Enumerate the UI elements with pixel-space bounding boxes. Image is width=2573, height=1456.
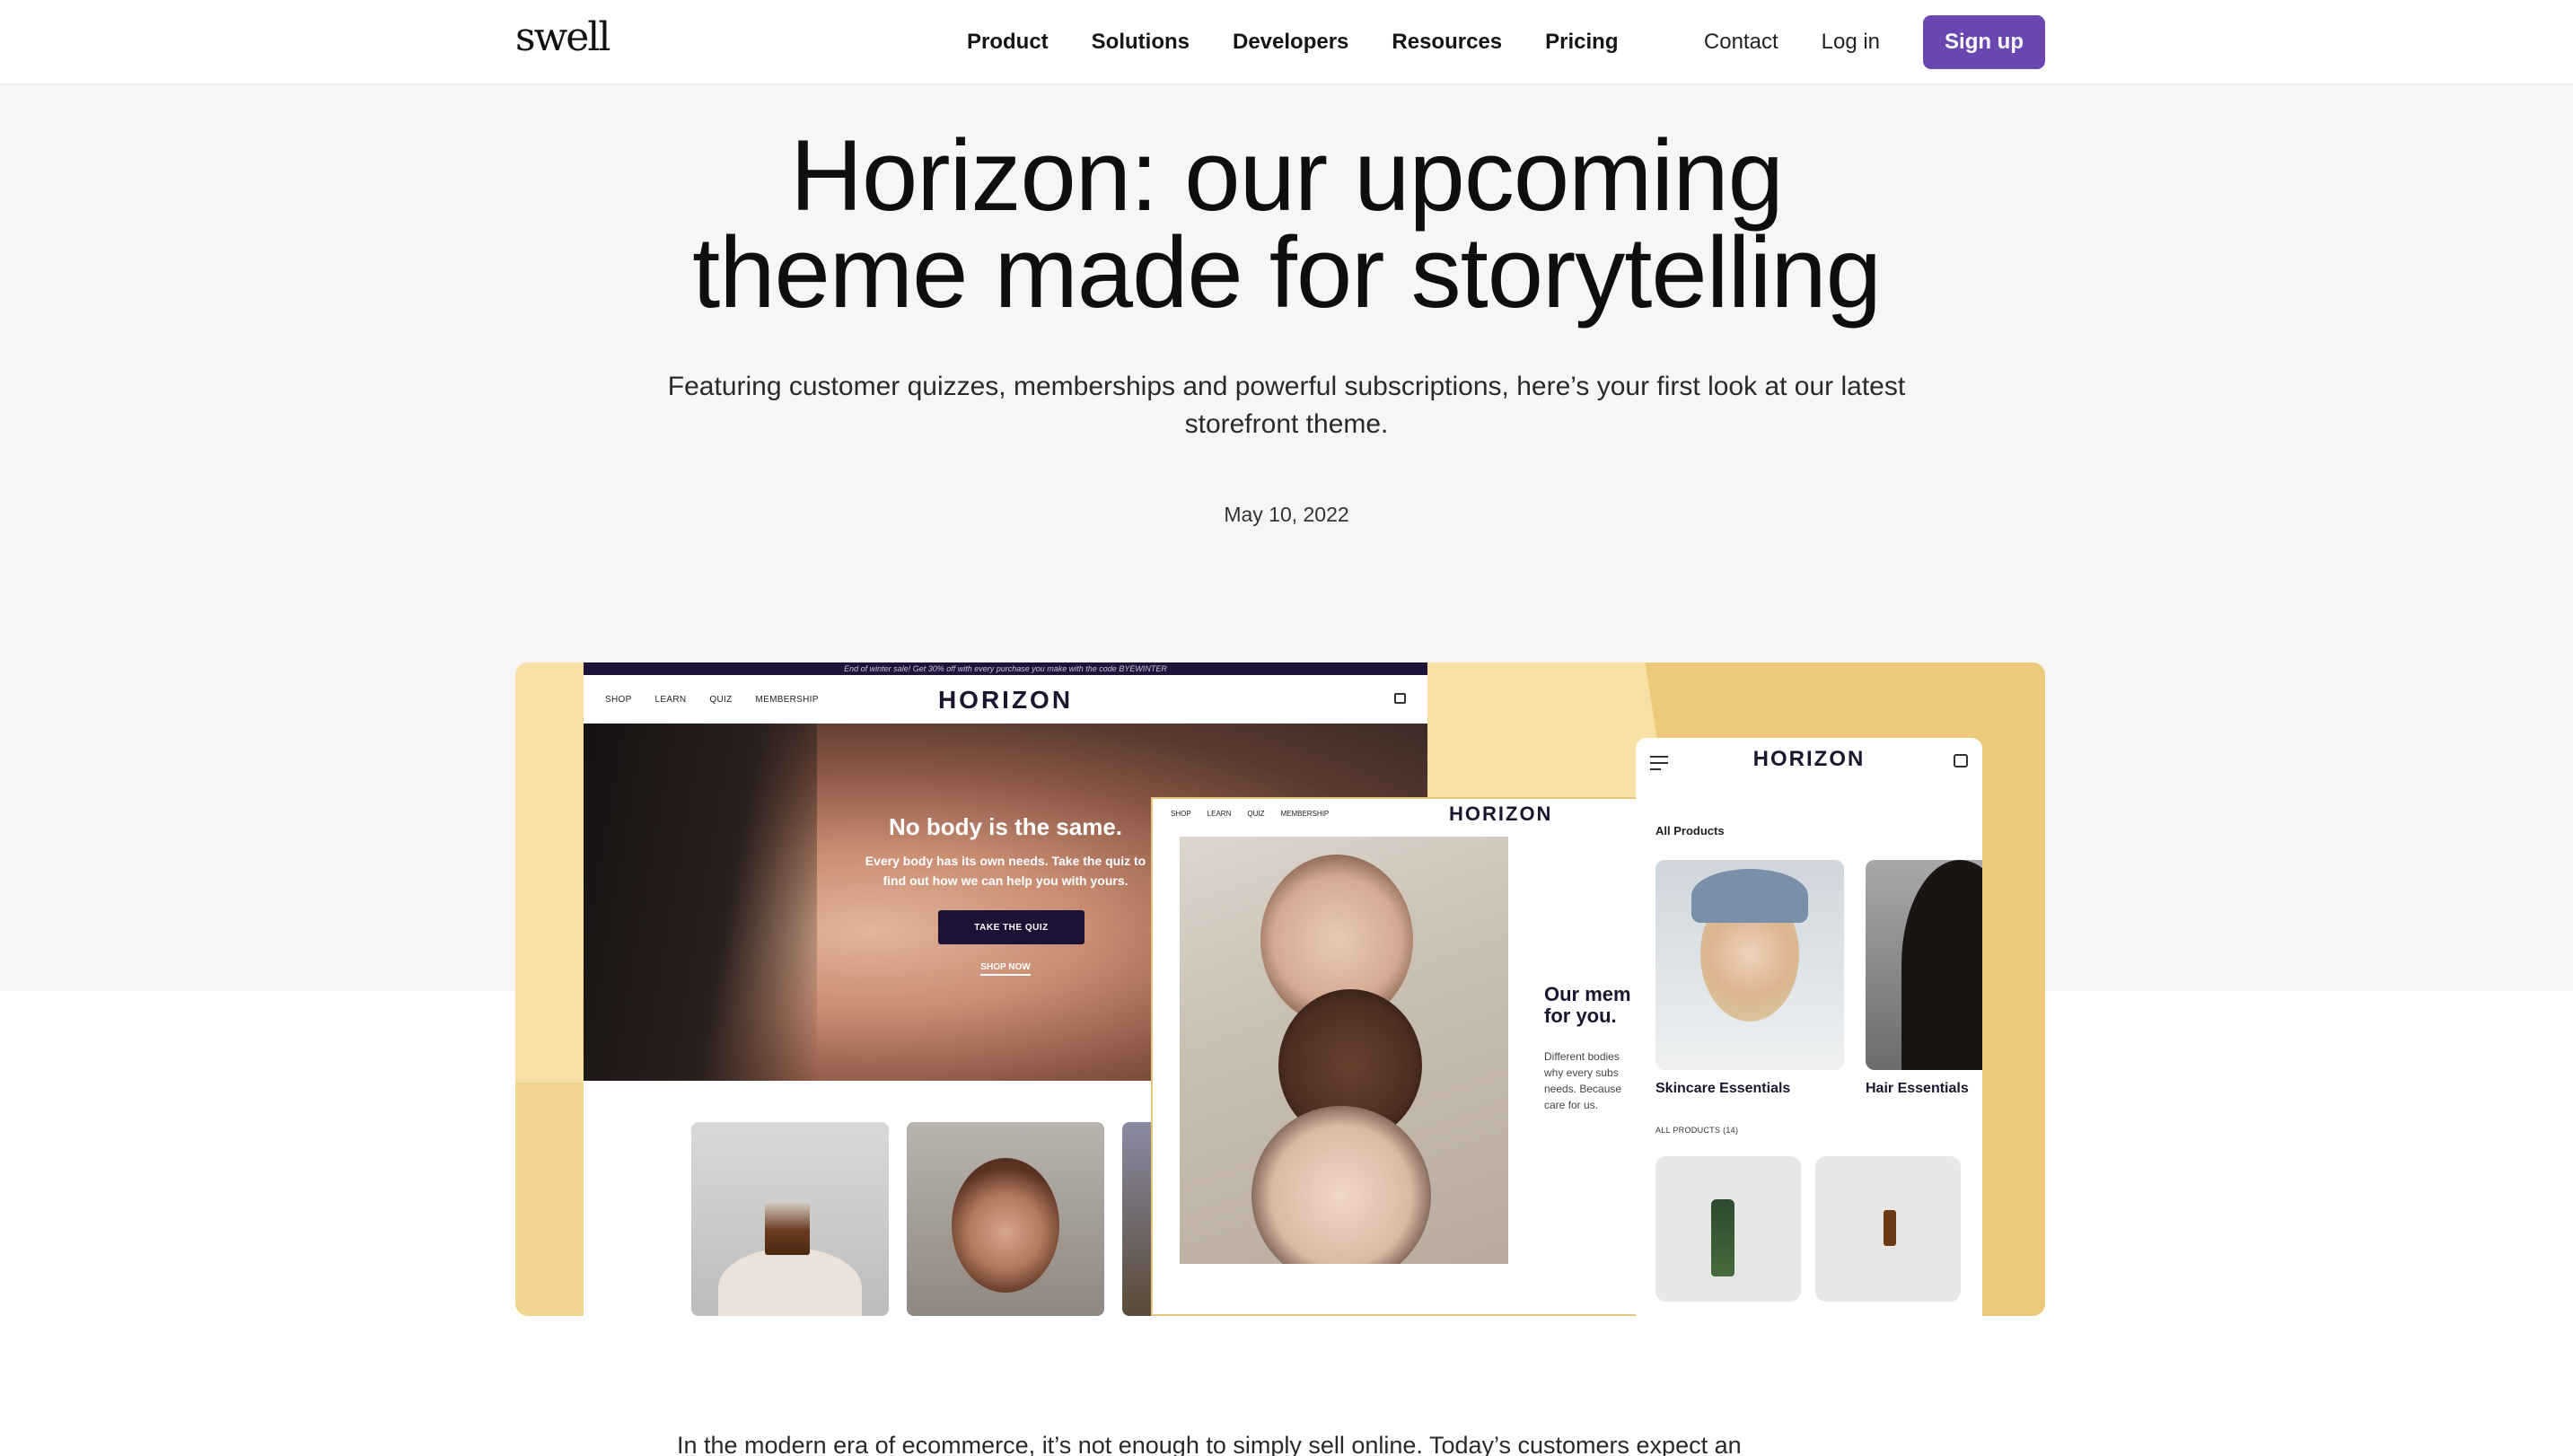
swell-logo[interactable]: swell [515, 14, 610, 60]
nav-developers[interactable]: Developers [1233, 30, 1348, 55]
take-quiz-button: TAKE THE QUIZ [938, 910, 1085, 944]
top-nav: swell Product Solutions Developers Resou… [0, 0, 2573, 84]
page-subtitle: Featuring customer quizzes, memberships … [667, 372, 1906, 439]
signup-button[interactable]: Sign up [1923, 15, 2045, 69]
nav-right: Contact Log in Sign up [1704, 0, 2045, 84]
nav-pricing[interactable]: Pricing [1545, 30, 1618, 55]
tablet-nav-shop: SHOP [1171, 810, 1191, 818]
product-bottle-green [1655, 1156, 1801, 1302]
title-line-2: theme made for storytelling [692, 216, 1882, 329]
mobile-bag-icon [1954, 754, 1968, 767]
login-link[interactable]: Log in [1822, 30, 1880, 55]
hair-card [1866, 860, 1982, 1070]
promo-banner: End of winter sale! Get 30% off with eve… [584, 662, 1427, 675]
bag-icon [1394, 693, 1406, 704]
tablet-membership-heading: Our mem for you. [1544, 983, 1631, 1027]
desktop-hero-subtitle: Every body has its own needs. Take the q… [865, 854, 1146, 888]
tablet-nav-quiz: QUIZ [1247, 810, 1265, 818]
desktop-horizon-logo: HORIZON [937, 686, 1074, 714]
product-tile-portrait [907, 1122, 1104, 1316]
nav-solutions[interactable]: Solutions [1092, 30, 1190, 55]
skincare-card [1655, 860, 1844, 1070]
hair-shadow [584, 724, 817, 1081]
mobile-mockup: HORIZON All Products Skincare Essentials… [1636, 738, 1982, 1316]
skincare-label: Skincare Essentials [1655, 1081, 1791, 1096]
page-title: Horizon: our upcoming theme made for sto… [0, 126, 2573, 323]
contact-link[interactable]: Contact [1704, 30, 1778, 55]
tablet-nav-membership: MEMBERSHIP [1280, 810, 1330, 818]
hair-label: Hair Essentials [1866, 1081, 1969, 1096]
nav-resources[interactable]: Resources [1392, 30, 1502, 55]
all-products-heading: All Products [1655, 824, 1725, 838]
product-tile-drink [691, 1122, 889, 1316]
title-line-1: Horizon: our upcoming [790, 119, 1784, 232]
shop-now-text: SHOP NOW [980, 962, 1031, 976]
tablet-mockup: SHOP LEARN QUIZ MEMBERSHIP HORIZON Our m… [1151, 797, 1690, 1316]
article-intro: In the modern era of ecommerce, it’s not… [677, 1432, 1742, 1456]
tablet-horizon-logo: HORIZON [1449, 803, 1553, 825]
tablet-nav-learn: LEARN [1207, 810, 1232, 818]
main-nav-links: Product Solutions Developers Resources P… [967, 0, 1619, 84]
desktop-nav: SHOP LEARN QUIZ MEMBERSHIP HORIZON [584, 675, 1427, 724]
publish-date: May 10, 2022 [1224, 503, 1349, 526]
feature-image: End of winter sale! Get 30% off with eve… [515, 662, 2045, 1316]
tablet-group-photo [1180, 837, 1508, 1264]
product-bottle-amber [1815, 1156, 1961, 1302]
mobile-horizon-logo: HORIZON [1752, 747, 1866, 771]
products-count: ALL PRODUCTS (14) [1655, 1126, 1739, 1135]
nav-product[interactable]: Product [967, 30, 1049, 55]
